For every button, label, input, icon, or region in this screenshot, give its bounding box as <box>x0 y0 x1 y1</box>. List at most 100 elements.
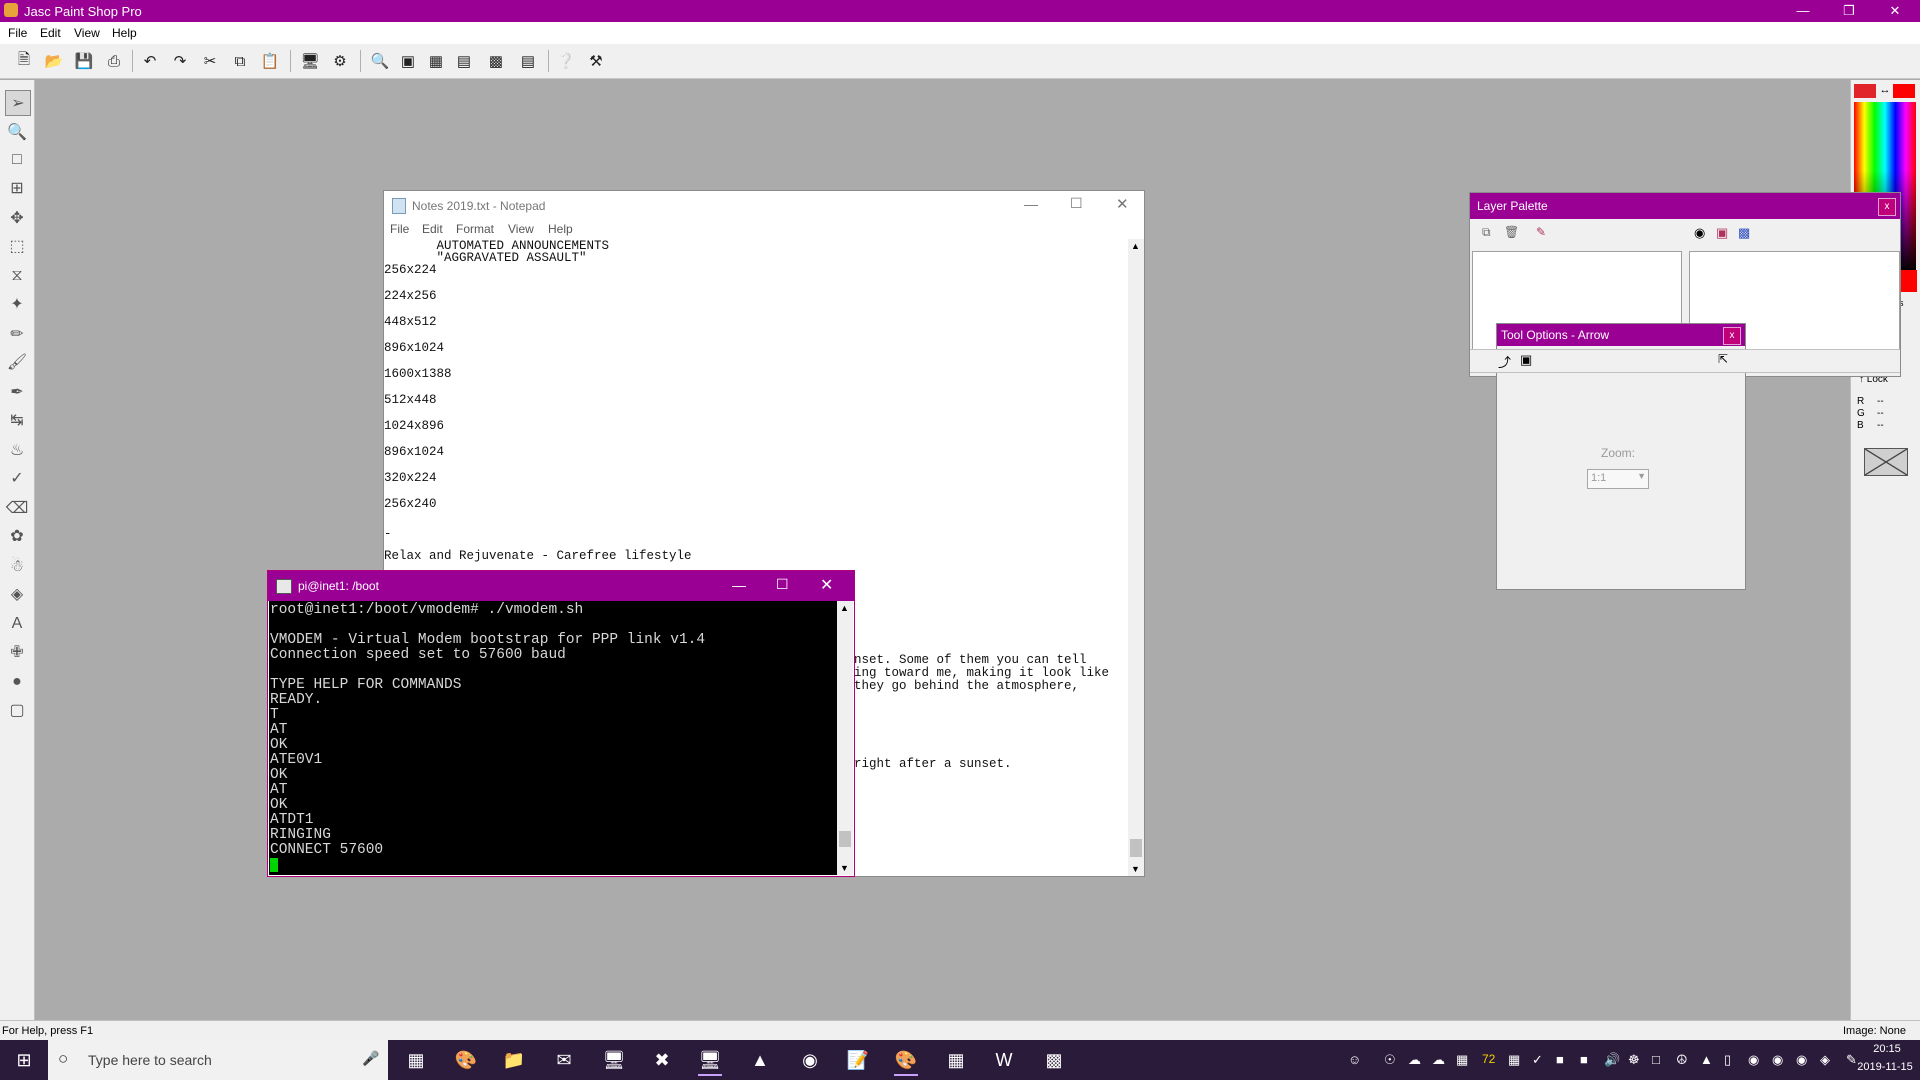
layer-mask-icon[interactable]: ▣ <box>1716 225 1728 241</box>
toolbar-options-icon[interactable]: ⚒ <box>584 50 608 72</box>
tray-icon[interactable]: ◉ <box>1748 1052 1759 1068</box>
flood-fill-icon[interactable]: ◈ <box>5 582 29 606</box>
network-app-icon[interactable]: 🖥 <box>594 1044 634 1076</box>
notepad-menu-edit[interactable]: Edit <box>422 222 443 236</box>
scratch-remover-icon[interactable]: ✓ <box>5 466 29 490</box>
tab-scroll-icon[interactable]: ⇱ <box>1718 352 1728 366</box>
terminal-output[interactable]: root@inet1:/boot/vmodem# ./vmodem.sh VMO… <box>269 601 837 875</box>
menu-edit[interactable]: Edit <box>40 26 61 40</box>
airbrush-icon[interactable]: ☃ <box>5 554 29 578</box>
tray-icon[interactable]: ☁ <box>1408 1052 1421 1068</box>
notepad-scrollbar[interactable]: ▲ ▼ <box>1128 239 1144 876</box>
terminal-maximize-button[interactable]: ☐ <box>776 576 789 593</box>
chevron-down-icon[interactable]: ▼ <box>1637 471 1646 481</box>
dropper-icon[interactable]: ✏ <box>5 322 29 346</box>
tray-icon[interactable]: ▲ <box>1700 1052 1713 1067</box>
chrome-icon[interactable]: ◉ <box>790 1044 830 1076</box>
capture-setup-icon[interactable]: ⚙ <box>328 50 352 72</box>
tray-icon[interactable]: ☁ <box>1432 1052 1445 1068</box>
excel-icon[interactable]: ▦ <box>936 1044 976 1076</box>
layer-palette-icon[interactable]: ▩ <box>484 50 508 72</box>
menu-help[interactable]: Help <box>112 26 137 40</box>
swap-colors-icon[interactable]: ↔ <box>1877 84 1893 98</box>
layer-properties-icon[interactable]: ✎ <box>1536 225 1546 239</box>
undo-icon[interactable]: ↶ <box>138 50 162 72</box>
object-selector-icon[interactable]: ▢ <box>5 698 29 722</box>
notepad-menu-format[interactable]: Format <box>456 222 494 236</box>
word-icon[interactable]: W <box>984 1044 1024 1076</box>
magic-wand-icon[interactable]: ✦ <box>5 292 29 316</box>
tray-icon[interactable]: ☮ <box>1676 1052 1688 1068</box>
menu-view[interactable]: View <box>74 26 100 40</box>
preset-shapes-icon[interactable]: ● <box>5 670 29 694</box>
menu-file[interactable]: File <box>8 26 27 40</box>
tool-options-close-button[interactable]: x <box>1723 327 1741 345</box>
vlc-icon[interactable]: ▲ <box>740 1044 780 1076</box>
terminal-taskbar-icon[interactable]: ▩ <box>1034 1044 1074 1076</box>
scroll-thumb[interactable] <box>1130 839 1142 857</box>
scroll-down-icon[interactable]: ▼ <box>840 863 849 873</box>
arrow-tool-icon[interactable]: ➢ <box>5 90 31 116</box>
paint-shop-pro-taskbar-icon[interactable]: 🎨 <box>886 1044 926 1076</box>
scroll-up-icon[interactable]: ▲ <box>840 603 849 613</box>
terminal-scrollbar[interactable]: ▲ ▼ <box>837 601 853 875</box>
crop-tool-icon[interactable]: ⊞ <box>5 176 29 200</box>
paint-app-icon[interactable]: 🎨 <box>446 1044 486 1076</box>
taskbar-time[interactable]: 20:15 <box>1858 1043 1916 1055</box>
mover-tool-icon[interactable]: ✥ <box>5 206 29 230</box>
screen-capture-icon[interactable]: 🖥 <box>298 50 322 72</box>
notepad-close-button[interactable]: ✕ <box>1116 195 1129 213</box>
people-icon[interactable]: ☺ <box>1348 1052 1361 1067</box>
tray-icon[interactable]: ■ <box>1556 1052 1564 1067</box>
tray-number[interactable]: 72 <box>1482 1052 1495 1066</box>
foreground-swatch[interactable] <box>1854 84 1876 98</box>
terminal-minimize-button[interactable]: — <box>732 577 746 593</box>
restore-button[interactable]: ❐ <box>1826 0 1872 22</box>
clone-brush-icon[interactable]: ✒ <box>5 380 29 404</box>
color-palette-icon[interactable]: ▦ <box>424 50 448 72</box>
overview-icon[interactable]: ▣ <box>396 50 420 72</box>
freehand-tool-icon[interactable]: ⧖ <box>5 264 29 288</box>
minimize-button[interactable]: — <box>1780 0 1826 22</box>
putty-taskbar-icon[interactable]: 🖥 <box>690 1044 730 1076</box>
battery-icon[interactable]: ▯ <box>1724 1052 1731 1068</box>
notepad-minimize-button[interactable]: — <box>1024 196 1038 212</box>
paint-brush-icon[interactable]: 🖌 <box>5 350 29 374</box>
new-file-icon[interactable]: 🗎 <box>12 50 36 72</box>
layer-visibility-icon[interactable]: ◉ <box>1694 225 1705 241</box>
file-explorer-icon[interactable]: 📁 <box>494 1044 534 1076</box>
tray-icon[interactable]: ◉ <box>1772 1052 1783 1068</box>
scroll-down-icon[interactable]: ▼ <box>1131 864 1140 874</box>
cut-icon[interactable]: ✂ <box>198 50 222 72</box>
speaker-icon[interactable]: 🔊 <box>1604 1052 1620 1068</box>
print-icon[interactable]: ⎙ <box>102 50 126 72</box>
retouch-icon[interactable]: ♨ <box>5 438 29 462</box>
zoom-select[interactable]: 1:1 ▼ <box>1587 469 1649 489</box>
notepad-taskbar-icon[interactable]: 📝 <box>838 1044 878 1076</box>
taskbar-date[interactable]: 2019-11-15 <box>1853 1061 1917 1073</box>
task-view-icon[interactable]: ▦ <box>396 1044 436 1076</box>
histogram-icon[interactable]: ▤ <box>452 50 476 72</box>
paste-icon[interactable]: 📋 <box>258 50 282 72</box>
tray-icon[interactable]: ■ <box>1580 1052 1588 1067</box>
tray-icon[interactable]: ☸ <box>1628 1052 1640 1068</box>
tray-icon[interactable]: ✓ <box>1532 1052 1543 1068</box>
tray-icon[interactable]: □ <box>1652 1052 1660 1067</box>
layer-group-icon[interactable]: ▩ <box>1738 225 1750 241</box>
terminal-close-button[interactable]: ✕ <box>820 575 833 595</box>
redo-icon[interactable]: ↷ <box>168 50 192 72</box>
delete-layer-icon[interactable]: 🗑 <box>1504 225 1519 239</box>
tool-options-icon[interactable]: ▤ <box>516 50 540 72</box>
tray-icon[interactable]: ◈ <box>1820 1052 1830 1068</box>
draw-tool-icon[interactable]: ✙ <box>5 640 29 664</box>
new-layer-icon[interactable]: ⧉ <box>1482 225 1491 240</box>
tray-icon[interactable]: ▦ <box>1508 1052 1520 1068</box>
xsplit-app-icon[interactable]: ✖ <box>642 1044 682 1076</box>
selection-tool-icon[interactable]: ⬚ <box>5 234 29 258</box>
open-folder-icon[interactable]: 📂 <box>42 50 66 72</box>
scroll-up-icon[interactable]: ▲ <box>1131 241 1140 251</box>
tray-icon[interactable]: ▦ <box>1456 1052 1468 1068</box>
text-tool-icon[interactable]: A <box>5 612 29 636</box>
background-swatch[interactable] <box>1893 84 1915 98</box>
windows-start-icon[interactable]: ⊞ <box>4 1044 44 1076</box>
